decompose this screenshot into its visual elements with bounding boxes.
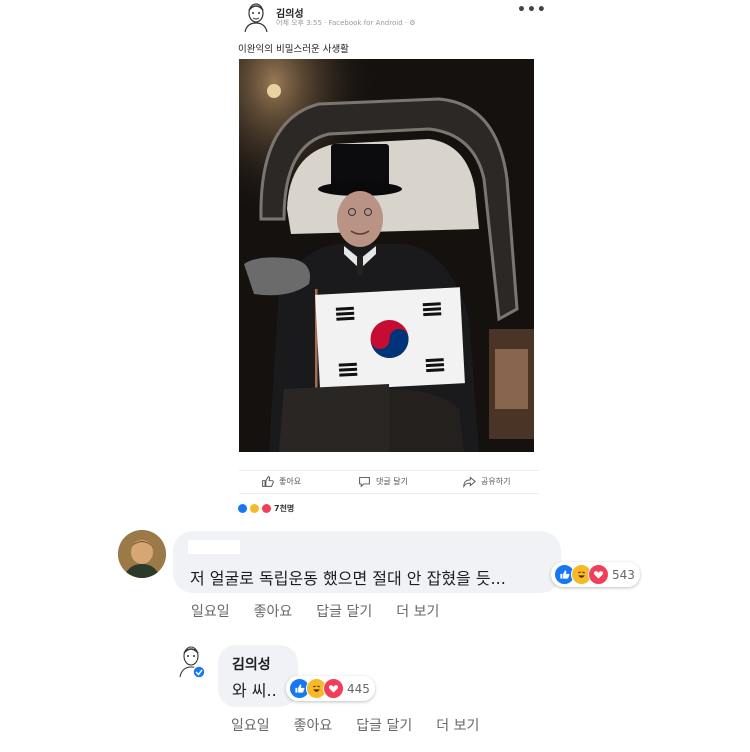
reply-reply-link[interactable]: 답글 달기 xyxy=(356,715,412,735)
reply-text: 와 씨.. xyxy=(232,681,277,700)
post-text: 이완익의 비밀스러운 사생활 xyxy=(238,44,349,55)
comment-reactions[interactable]: 543 xyxy=(551,562,640,587)
reply-more-link[interactable]: 더 보기 xyxy=(436,715,479,735)
thumbs-up-icon xyxy=(262,476,274,487)
comment-button[interactable]: 댓글 달기 xyxy=(358,475,408,488)
commenter-avatar[interactable] xyxy=(118,530,166,578)
redacted-commenter-name xyxy=(188,540,240,554)
comment-icon xyxy=(359,476,370,488)
reply-actions: 일요일 좋아요 답글 달기 더 보기 xyxy=(231,715,503,735)
reply-time: 일요일 xyxy=(231,718,270,734)
comment-text: 저 얼굴로 독립운동 했으면 절대 안 잡혔을 듯... xyxy=(190,569,506,588)
like-button[interactable]: 좋아요 xyxy=(261,475,301,488)
post-reactions-summary[interactable]: 7천명 xyxy=(238,503,294,514)
reply-reactions[interactable]: 445 xyxy=(286,676,375,701)
reply-author-avatar[interactable] xyxy=(179,645,205,679)
post-photo[interactable] xyxy=(239,59,534,452)
comment-label: 댓글 달기 xyxy=(376,477,408,486)
reply-author-name[interactable]: 김의성 xyxy=(232,654,271,674)
like-reaction-icon xyxy=(238,504,247,513)
post-meta: 어제 오후 3:55 · Facebook for Android · ⚙ xyxy=(276,19,416,27)
share-label: 공유하기 xyxy=(481,477,511,486)
reply-like-link[interactable]: 좋아요 xyxy=(294,715,333,735)
share-icon xyxy=(463,476,476,488)
reply-reactions-count: 445 xyxy=(347,681,370,696)
haha-reaction-icon xyxy=(250,504,259,513)
author-avatar[interactable] xyxy=(243,2,269,32)
comment-time: 일요일 xyxy=(191,604,230,620)
love-reaction-icon xyxy=(588,564,609,585)
comment-actions: 일요일 좋아요 답글 달기 더 보기 xyxy=(191,601,463,621)
love-reaction-icon xyxy=(262,504,271,513)
like-label: 좋아요 xyxy=(279,477,302,486)
comment-like-link[interactable]: 좋아요 xyxy=(254,601,293,621)
comment-reactions-count: 543 xyxy=(612,567,635,582)
comment-more-link[interactable]: 더 보기 xyxy=(396,601,439,621)
more-options-icon[interactable]: ••• xyxy=(517,3,547,17)
love-reaction-icon xyxy=(323,678,344,699)
share-button[interactable]: 공유하기 xyxy=(463,475,510,488)
comment-reply-link[interactable]: 답글 달기 xyxy=(316,601,372,621)
post-reactions-count: 7천명 xyxy=(274,504,295,513)
